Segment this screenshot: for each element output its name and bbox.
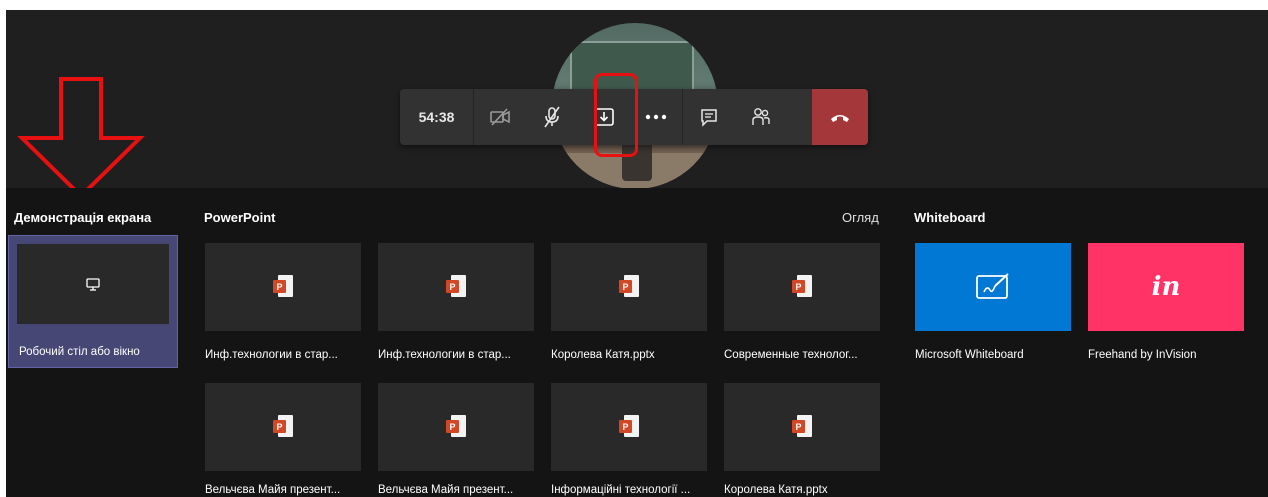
chat-icon: [701, 109, 717, 127]
powerpoint-file-icon: P: [273, 275, 293, 299]
ppt-file-name: Современные технолог...: [724, 349, 858, 361]
chat-button[interactable]: [683, 89, 735, 145]
mic-toggle-button[interactable]: [526, 89, 578, 145]
whiteboard-app-name: Microsoft Whiteboard: [915, 349, 1024, 361]
meeting-stage: 54:38 Демонстрація екрана Робочий стіл а…: [6, 10, 1268, 497]
desktop-option-label: Робочий стіл або вікно: [19, 346, 140, 358]
share-highlight-annotation: [594, 73, 638, 157]
video-area: 54:38: [6, 10, 1268, 199]
share-tray-panel: Демонстрація екрана Робочий стіл або вік…: [6, 188, 1268, 497]
ppt-file-tile[interactable]: P: [205, 243, 361, 331]
camera-toggle-button[interactable]: [474, 89, 526, 145]
powerpoint-file-icon: P: [446, 275, 466, 299]
ppt-file-tile[interactable]: P: [724, 243, 880, 331]
ppt-file-tile[interactable]: P: [378, 243, 534, 331]
hang-up-icon: [831, 115, 849, 122]
ppt-file-name: Инф.технологии в стар...: [205, 349, 338, 361]
powerpoint-file-icon: P: [792, 415, 812, 439]
screen-share-title: Демонстрація екрана: [14, 210, 152, 225]
powerpoint-file-icon: P: [446, 415, 466, 439]
whiteboard-app-name: Freehand by InVision: [1088, 349, 1197, 361]
whiteboard-title: Whiteboard: [914, 210, 986, 225]
ppt-file-name: Вельчєва Майя презент...: [205, 484, 341, 496]
more-icon: [645, 114, 667, 120]
down-arrow-annotation: [17, 77, 145, 199]
ppt-file-tile[interactable]: P: [205, 383, 361, 471]
whiteboard-pen-icon: [976, 273, 1009, 299]
ppt-file-name: Королева Катя.pptx: [724, 484, 828, 496]
ppt-file-tile[interactable]: P: [378, 383, 534, 471]
mic-off-icon: [544, 106, 560, 128]
ppt-file-tile[interactable]: P: [724, 383, 880, 471]
powerpoint-title: PowerPoint: [204, 210, 276, 225]
invision-freehand-tile[interactable]: in: [1088, 243, 1244, 331]
powerpoint-file-icon: P: [619, 275, 639, 299]
ppt-file-name: Вельчєва Майя презент...: [378, 484, 514, 496]
hang-up-button[interactable]: [812, 89, 868, 145]
participants-icon: [752, 108, 770, 125]
participants-button[interactable]: [735, 89, 787, 145]
microsoft-whiteboard-tile[interactable]: [915, 243, 1071, 331]
monitor-icon: [86, 277, 100, 291]
camera-off-icon: [490, 108, 510, 126]
ppt-file-name: Инф.технологии в стар...: [378, 349, 511, 361]
call-timer: 54:38: [418, 109, 455, 125]
ppt-file-tile[interactable]: P: [551, 243, 707, 331]
desktop-or-window-option[interactable]: Робочий стіл або вікно: [8, 235, 178, 368]
ppt-file-name: Інформаційні технології ...: [551, 484, 691, 496]
powerpoint-file-icon: P: [619, 415, 639, 439]
browse-link[interactable]: Огляд: [842, 210, 879, 225]
powerpoint-file-icon: P: [273, 415, 293, 439]
ppt-file-tile[interactable]: P: [551, 383, 707, 471]
ppt-file-name: Королева Катя.pptx: [551, 349, 655, 361]
invision-logo-icon: in: [1151, 272, 1181, 302]
powerpoint-file-icon: P: [792, 275, 812, 299]
